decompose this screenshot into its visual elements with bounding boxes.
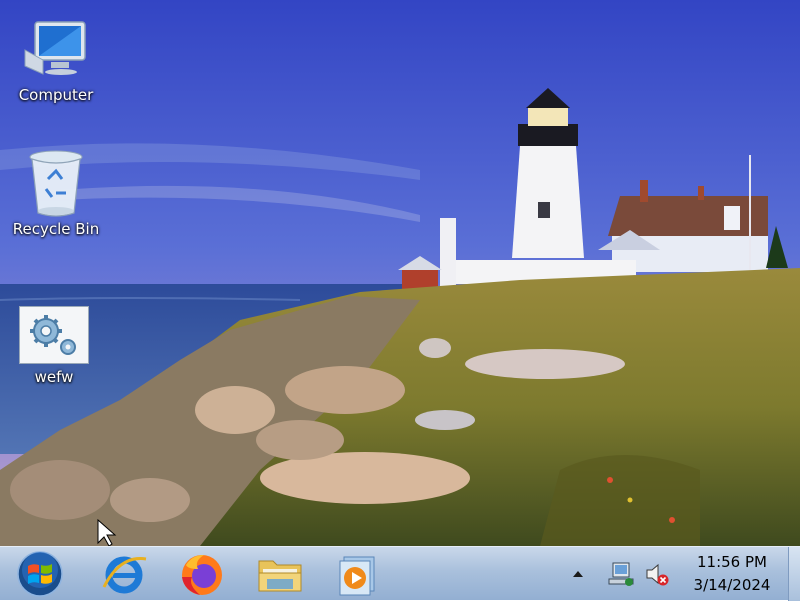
show-hidden-icons-arrow-icon — [573, 571, 583, 577]
desktop[interactable]: Computer Recycle Bin wefw — [0, 0, 800, 546]
media-player-icon — [339, 556, 375, 596]
clock-date: 3/14/2024 — [693, 576, 771, 594]
desktop-icon-label: Computer — [18, 86, 94, 104]
start-button[interactable] — [14, 550, 66, 598]
internet-explorer-icon — [102, 556, 147, 594]
taskbar: 11:56 PM 3/14/2024 — [0, 546, 800, 601]
volume-button[interactable] — [642, 547, 672, 601]
windows-logo-icon — [17, 551, 63, 597]
show-desktop-button[interactable] — [788, 547, 800, 601]
firefox-icon — [182, 555, 222, 595]
taskbar-media-player[interactable] — [328, 549, 384, 599]
taskbar-file-explorer[interactable] — [252, 549, 308, 599]
network-status-button[interactable] — [604, 547, 638, 601]
desktop-icon-computer[interactable]: Computer — [8, 18, 104, 104]
volume-muted-icon — [646, 563, 669, 586]
desktop-icon-recycle-bin[interactable]: Recycle Bin — [8, 150, 104, 238]
network-icon — [608, 562, 634, 586]
desktop-icon-label: Recycle Bin — [12, 220, 100, 238]
taskbar-firefox[interactable] — [174, 549, 230, 599]
computer-icon — [21, 18, 91, 82]
recycle-bin-icon — [21, 150, 91, 217]
clock-time: 11:56 PM — [697, 553, 767, 571]
desktop-icon-label: wefw — [34, 368, 74, 386]
taskbar-internet-explorer[interactable] — [96, 549, 152, 599]
clock[interactable]: 11:56 PM 3/14/2024 — [680, 551, 784, 597]
desktop-icon-wefw[interactable]: wefw — [6, 306, 102, 386]
folder-icon — [258, 560, 302, 592]
wallpaper-lighthouse — [0, 0, 800, 546]
settings-gears-icon — [19, 306, 89, 364]
show-hidden-icons-button[interactable] — [568, 547, 588, 601]
